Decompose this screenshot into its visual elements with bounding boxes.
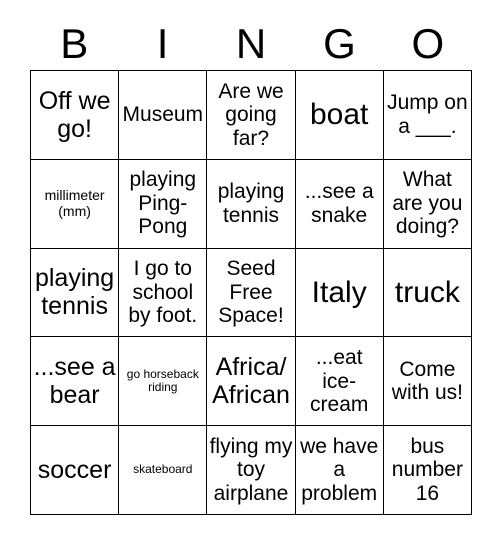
bingo-cell-label: Africa/ African bbox=[212, 353, 290, 410]
bingo-cell-label: ...see a snake bbox=[304, 180, 374, 227]
bingo-cell[interactable]: go horseback riding bbox=[119, 337, 208, 427]
bingo-cell[interactable]: Museum bbox=[119, 71, 208, 160]
bingo-header-letter-b: B bbox=[60, 19, 89, 67]
bingo-cell[interactable]: Are we going far? bbox=[207, 71, 296, 160]
bingo-cell[interactable]: playing Ping-Pong bbox=[119, 159, 208, 249]
bingo-cell[interactable]: Africa/ African bbox=[207, 337, 296, 427]
bingo-cell[interactable]: bus number 16 bbox=[383, 426, 472, 515]
bingo-cell[interactable]: ...eat ice-cream bbox=[295, 337, 384, 427]
bingo-cell-label: What are you doing? bbox=[392, 168, 463, 239]
bingo-cell-label: playing tennis bbox=[34, 264, 115, 321]
bingo-card: B I N G O Off we go! Museum Are we going… bbox=[0, 0, 500, 544]
bingo-cell-label: ...see a bear bbox=[33, 353, 116, 410]
bingo-cell[interactable]: Italy bbox=[295, 248, 384, 338]
bingo-cell[interactable]: millimeter (mm) bbox=[31, 159, 120, 249]
bingo-cell-label: Museum bbox=[122, 103, 204, 127]
bingo-cell[interactable]: flying my toy airplane bbox=[207, 426, 296, 515]
bingo-cell-label: millimeter (mm) bbox=[44, 187, 105, 219]
bingo-cell[interactable]: ...see a bear bbox=[31, 337, 120, 427]
bingo-cell[interactable]: Off we go! bbox=[31, 71, 120, 160]
bingo-header-letter-i: I bbox=[156, 19, 169, 67]
bingo-cell-label: boat bbox=[310, 98, 369, 132]
bingo-cell-label: truck bbox=[394, 275, 460, 309]
bingo-cell[interactable]: What are you doing? bbox=[383, 159, 472, 249]
bingo-cell-label: soccer bbox=[37, 456, 112, 485]
bingo-cell-label: playing tennis bbox=[217, 180, 285, 227]
bingo-cell-label: flying my toy airplane bbox=[209, 434, 293, 505]
bingo-cell[interactable]: truck bbox=[383, 248, 472, 338]
bingo-cell[interactable]: playing tennis bbox=[31, 248, 120, 338]
bingo-cell[interactable]: playing tennis bbox=[207, 159, 296, 249]
bingo-cell-label: playing Ping-Pong bbox=[129, 168, 197, 239]
bingo-header-row: B I N G O bbox=[30, 17, 472, 70]
bingo-cell-label: Are we going far? bbox=[218, 79, 284, 150]
bingo-cell-label: I go to school by foot. bbox=[128, 257, 198, 328]
bingo-cell-label: Jump on a ___. bbox=[387, 91, 468, 138]
bingo-cell-label: Off we go! bbox=[38, 86, 111, 143]
bingo-cell-label: we have a problem bbox=[300, 434, 379, 505]
bingo-cell-label: bus number 16 bbox=[391, 434, 463, 505]
bingo-cell[interactable]: soccer bbox=[31, 426, 120, 515]
bingo-header-letter-g: G bbox=[323, 19, 356, 67]
bingo-cell[interactable]: skateboard bbox=[119, 426, 208, 515]
bingo-cell-label: ...eat ice-cream bbox=[310, 346, 369, 417]
bingo-grid: Off we go! Museum Are we going far? boat… bbox=[30, 70, 472, 515]
bingo-cell[interactable]: I go to school by foot. bbox=[119, 248, 208, 338]
bingo-cell-label: Come with us! bbox=[391, 357, 463, 405]
bingo-cell[interactable]: Jump on a ___. bbox=[383, 71, 472, 160]
bingo-header-letter-o: O bbox=[411, 19, 445, 67]
bingo-cell[interactable]: Come with us! bbox=[383, 337, 472, 427]
bingo-cell[interactable]: boat bbox=[295, 71, 384, 160]
bingo-cell-label: Italy bbox=[311, 275, 367, 309]
bingo-cell[interactable]: we have a problem bbox=[295, 426, 384, 515]
bingo-cell-label: go horseback riding bbox=[126, 366, 199, 395]
bingo-cell-free-space[interactable]: Seed Free Space! bbox=[207, 248, 296, 338]
bingo-free-space-label: Seed Free Space! bbox=[218, 257, 284, 328]
bingo-cell-label: skateboard bbox=[133, 462, 193, 477]
bingo-header-letter-n: N bbox=[235, 19, 267, 67]
bingo-cell[interactable]: ...see a snake bbox=[295, 159, 384, 249]
